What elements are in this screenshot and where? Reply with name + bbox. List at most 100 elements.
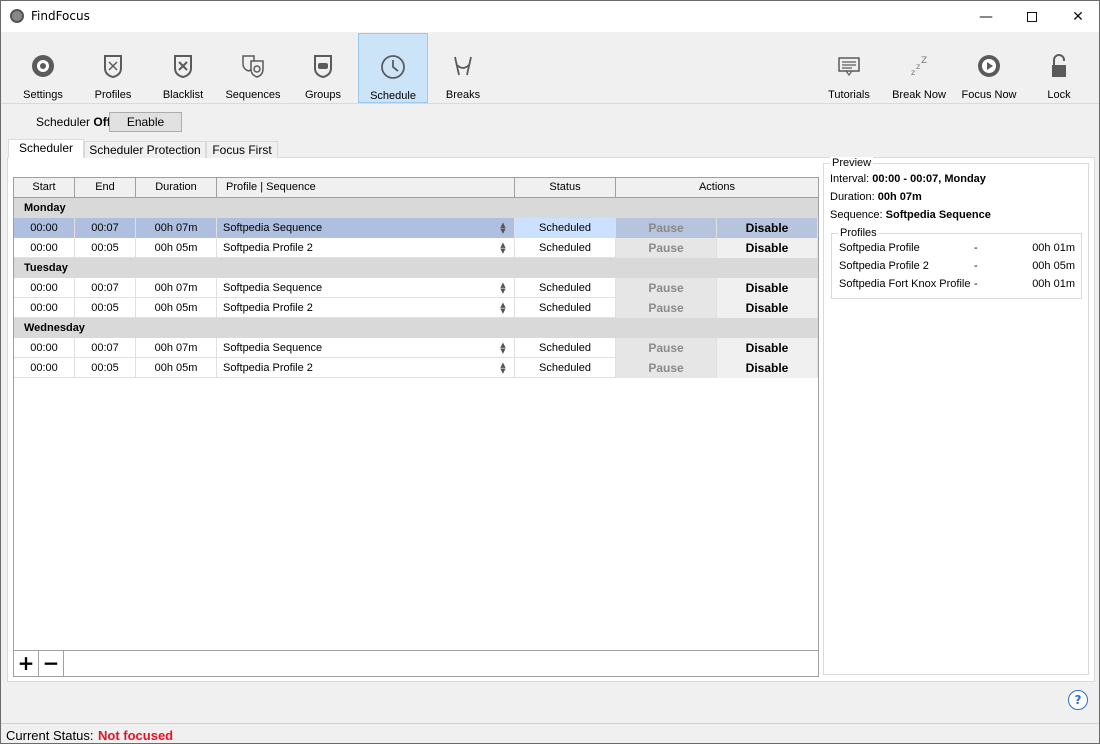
spinner-icon[interactable]: ▲ ▼ — [499, 242, 507, 255]
cell-start: 00:00 — [14, 298, 75, 318]
cell-duration: 00h 05m — [136, 298, 217, 318]
remove-row-button[interactable]: − — [39, 651, 64, 677]
table-footer: + − — [14, 650, 818, 677]
table-row[interactable]: 00:00 00:07 00h 07m Softpedia Sequence ▲ ▼ Sch… — [14, 338, 818, 358]
tab-scheduler-protection[interactable]: Scheduler Protection — [84, 141, 206, 158]
toolbar-label: Settings — [23, 89, 63, 101]
cell-status: Scheduled — [515, 358, 616, 378]
tutorials-icon — [838, 57, 860, 76]
cell-start: 00:00 — [14, 238, 75, 258]
disable-button[interactable]: Disable — [717, 218, 818, 238]
table-header: Start End Duration Profile | Sequence St… — [14, 178, 818, 198]
groups-icon — [314, 55, 332, 79]
title-bar: FindFocus — ✕ — [1, 1, 1099, 32]
cell-duration: 00h 05m — [136, 358, 217, 378]
lock-icon — [1052, 54, 1066, 77]
pause-button[interactable]: Pause — [616, 218, 717, 238]
col-profile-sequence[interactable]: Profile | Sequence — [217, 178, 515, 197]
sequences-icon — [242, 55, 264, 78]
profile-sequence-select[interactable]: Softpedia Profile 2 — [217, 298, 515, 318]
schedule-icon — [381, 55, 405, 79]
day-group-header: Wednesday — [14, 318, 818, 338]
enable-button[interactable]: Enable — [109, 112, 182, 132]
disable-button[interactable]: Disable — [717, 278, 818, 298]
pause-button[interactable]: Pause — [616, 298, 717, 318]
profile-sequence-select[interactable]: Softpedia Profile 2 — [217, 238, 515, 258]
disable-button[interactable]: Disable — [717, 298, 818, 318]
disable-button[interactable]: Disable — [717, 238, 818, 258]
toolbar-groups[interactable]: Groups — [288, 33, 358, 103]
maximize-button[interactable] — [1009, 1, 1055, 32]
toolbar-settings[interactable]: Settings — [8, 33, 78, 103]
focus-now-icon — [978, 55, 1000, 77]
spinner-icon[interactable]: ▲ ▼ — [499, 222, 507, 235]
profiles-box-title: Profiles — [838, 227, 879, 239]
minimize-button[interactable]: — — [963, 1, 1009, 32]
schedule-table: Start End Duration Profile | Sequence St… — [13, 177, 819, 677]
table-row[interactable]: 00:00 00:07 00h 07m Softpedia Sequence ▲ ▼ Sch… — [14, 278, 818, 298]
status-label: Current Status: — [6, 728, 94, 743]
table-row[interactable]: 00:00 00:05 00h 05m Softpedia Profile 2 ▲ ▼ Sc… — [14, 358, 818, 378]
cell-status: Scheduled — [515, 278, 616, 298]
cell-end: 00:07 — [75, 278, 136, 298]
spinner-icon[interactable]: ▲ ▼ — [499, 342, 507, 355]
main-toolbar: Settings Profiles Blacklist Sequences Gr… — [1, 32, 1099, 104]
spinner-icon[interactable]: ▲ ▼ — [499, 302, 507, 315]
window-title: FindFocus — [31, 9, 90, 23]
preview-profiles-box: Profiles Softpedia Profile -00h 01m Softp… — [831, 227, 1082, 299]
toolbar-blacklist[interactable]: Blacklist — [148, 33, 218, 103]
profile-sequence-select[interactable]: Softpedia Sequence — [217, 338, 515, 358]
break-now-icon: zzZ — [911, 56, 927, 77]
help-button[interactable]: ? — [1068, 690, 1088, 710]
profile-sequence-select[interactable]: Softpedia Sequence — [217, 218, 515, 238]
toolbar-focus-now[interactable]: Focus Now — [954, 33, 1024, 103]
cell-end: 00:05 — [75, 358, 136, 378]
toolbar-tutorials[interactable]: Tutorials — [814, 33, 884, 103]
profile-sequence-select[interactable]: Softpedia Sequence — [217, 278, 515, 298]
toolbar-label: Breaks — [445, 89, 481, 101]
cell-end: 00:07 — [75, 218, 136, 238]
disable-button[interactable]: Disable — [717, 358, 818, 378]
toolbar-lock[interactable]: Lock — [1024, 33, 1094, 103]
pause-button[interactable]: Pause — [616, 338, 717, 358]
day-group-header: Monday — [14, 198, 818, 218]
profile-sequence-select[interactable]: Softpedia Profile 2 — [217, 358, 515, 378]
pause-button[interactable]: Pause — [616, 278, 717, 298]
toolbar-label: Schedule — [370, 90, 416, 102]
cell-status: Scheduled — [515, 298, 616, 318]
cell-status: Scheduled — [515, 218, 616, 238]
scheduler-label: Scheduler Off — [36, 115, 111, 129]
col-end[interactable]: End — [75, 178, 136, 197]
cell-status: Scheduled — [515, 338, 616, 358]
col-start[interactable]: Start — [14, 178, 75, 197]
table-row[interactable]: 00:00 00:05 00h 05m Softpedia Profile 2 ▲ ▼ Sc… — [14, 238, 818, 258]
spinner-icon[interactable]: ▲ ▼ — [499, 282, 507, 295]
col-actions[interactable]: Actions — [616, 178, 818, 197]
disable-button[interactable]: Disable — [717, 338, 818, 358]
breaks-icon — [454, 56, 472, 76]
toolbar-profiles[interactable]: Profiles — [78, 33, 148, 103]
add-row-button[interactable]: + — [14, 651, 39, 677]
preview-title: Preview — [830, 157, 874, 169]
table-row[interactable]: 00:00 00:05 00h 05m Softpedia Profile 2 ▲ ▼ Sc… — [14, 298, 818, 318]
cell-start: 00:00 — [14, 338, 75, 358]
cell-duration: 00h 07m — [136, 278, 217, 298]
toolbar-sequences[interactable]: Sequences — [218, 33, 288, 103]
pause-button[interactable]: Pause — [616, 358, 717, 378]
close-button[interactable]: ✕ — [1055, 1, 1099, 32]
svg-text:z: z — [911, 68, 915, 77]
table-row[interactable]: 00:00 00:07 00h 07m Softpedia Sequence ▲ ▼ Sch… — [14, 218, 818, 238]
app-window: FindFocus — ✕ Settings Profiles Blacklis… — [0, 0, 1100, 744]
spinner-icon[interactable]: ▲ ▼ — [499, 362, 507, 375]
col-duration[interactable]: Duration — [136, 178, 217, 197]
toolbar-break-now[interactable]: zzZ Break Now — [884, 33, 954, 103]
col-status[interactable]: Status — [515, 178, 616, 197]
cell-end: 00:05 — [75, 298, 136, 318]
toolbar-schedule[interactable]: Schedule — [358, 33, 428, 103]
profile-entry: Softpedia Fort Knox Profile -00h 01m — [839, 278, 1075, 290]
pause-button[interactable]: Pause — [616, 238, 717, 258]
tab-scheduler[interactable]: Scheduler — [8, 139, 84, 158]
svg-text:Z: Z — [921, 56, 927, 66]
tab-focus-first[interactable]: Focus First — [206, 141, 278, 158]
toolbar-breaks[interactable]: Breaks — [428, 33, 498, 103]
